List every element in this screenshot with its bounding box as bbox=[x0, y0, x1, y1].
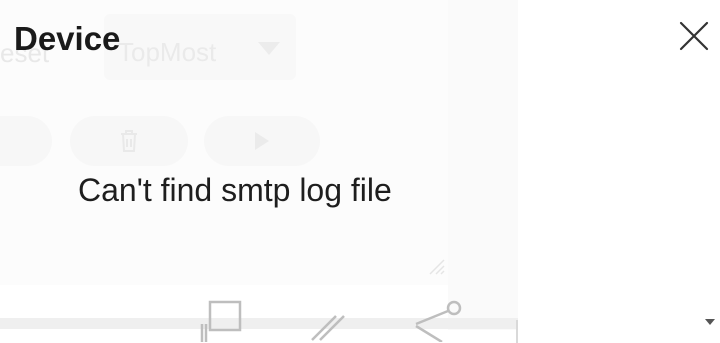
background-toolbar bbox=[0, 286, 720, 343]
pencil-icon bbox=[311, 315, 345, 341]
background-strip bbox=[448, 0, 518, 330]
topmost-select: TopMost bbox=[104, 14, 296, 80]
error-message: Can't find smtp log file bbox=[78, 172, 392, 208]
delete-pill-button bbox=[70, 116, 188, 166]
share-icon bbox=[415, 300, 462, 342]
close-icon bbox=[679, 21, 709, 51]
caret-down-icon bbox=[258, 42, 280, 55]
play-pill-button bbox=[204, 116, 320, 166]
panel-divider bbox=[516, 320, 518, 343]
trash-icon bbox=[121, 130, 137, 152]
select-value: TopMost bbox=[118, 37, 217, 67]
dialog-screen: eset TopMost Device Can't find smtp log … bbox=[0, 0, 720, 343]
chevron-down-icon[interactable] bbox=[705, 319, 715, 325]
background-pill-button bbox=[0, 116, 52, 166]
dialog-title: Device bbox=[14, 20, 121, 57]
resize-grip-icon bbox=[429, 259, 445, 275]
window-icon bbox=[200, 300, 242, 342]
play-icon bbox=[255, 132, 269, 150]
close-button[interactable] bbox=[674, 16, 714, 56]
